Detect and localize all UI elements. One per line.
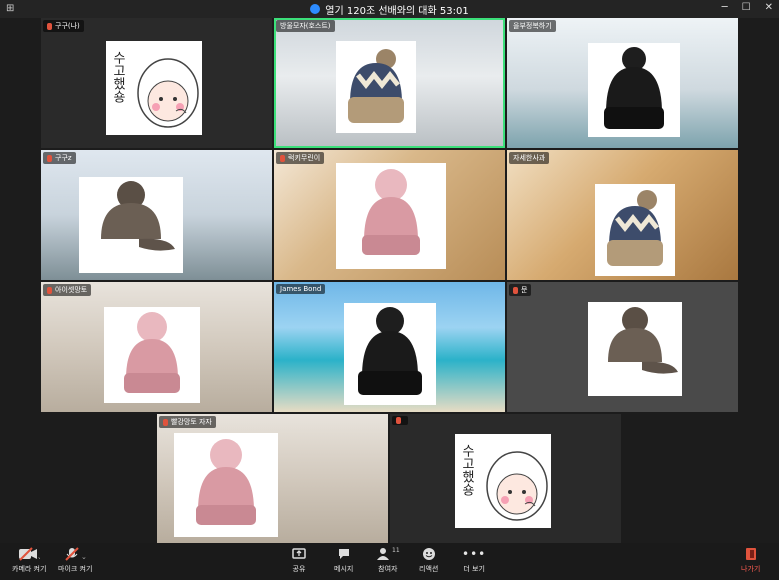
mic-muted-icon: [47, 154, 52, 162]
participant-name: 문: [509, 284, 532, 296]
reactions-icon: [422, 546, 436, 562]
participant-name: 구구(나): [43, 20, 84, 32]
sticker-text: 수고했숑: [110, 51, 125, 103]
chat-button[interactable]: 메시지: [334, 546, 353, 574]
mic-muted-icon: [280, 154, 285, 162]
participants-button[interactable]: 11 참여자: [376, 546, 400, 574]
mic-label: 마이크 켜기: [58, 565, 93, 573]
more-label: 더 보기: [463, 565, 485, 573]
sticker-image: 수고했숑: [106, 41, 202, 135]
video-tile[interactable]: 수고했숑: [390, 414, 621, 543]
svg-text:⌄: ⌄: [37, 553, 40, 561]
leave-label: 나가기: [741, 565, 761, 573]
mic-button[interactable]: ⌄ 마이크 켜기: [58, 546, 92, 574]
participant-name: 방울모자(호스트): [276, 20, 335, 32]
mic-muted-icon: [163, 418, 168, 426]
more-button[interactable]: ••• 더 보기: [462, 546, 486, 574]
leave-button[interactable]: 나가기: [741, 546, 760, 574]
video-tile[interactable]: 자세한사과: [507, 150, 738, 280]
hat-image: [588, 43, 680, 137]
reactions-label: 리액션: [419, 565, 439, 573]
sticker-text: 수고했숑: [459, 444, 474, 496]
mic-icon: ⌄: [64, 546, 86, 562]
participant-name: 빨강망토 자자: [159, 416, 216, 428]
participant-name: [392, 416, 408, 425]
participant-name: James Bond: [276, 284, 326, 294]
more-icon: •••: [462, 547, 487, 561]
video-tile[interactable]: 아이셋망토: [41, 282, 272, 412]
hat-image: [595, 184, 675, 276]
participant-name: 럭키무린이: [276, 152, 325, 164]
reactions-button[interactable]: 리액션: [419, 546, 438, 574]
participants-label: 참여자: [378, 565, 398, 573]
video-gallery: 수고했숑 구구(나) 방울모자(호스트) 을부정복하기 구구z 럭키무린이 자세…: [0, 18, 779, 543]
minimize-icon[interactable]: ─: [722, 2, 728, 13]
maximize-icon[interactable]: ☐: [742, 2, 751, 13]
mic-muted-icon: [513, 286, 518, 294]
hat-image: [104, 307, 200, 403]
share-icon: [292, 546, 306, 562]
hat-image: [174, 433, 278, 537]
camera-label: 카메라 켜기: [12, 565, 47, 573]
video-tile[interactable]: 빨강망토 자자: [157, 414, 388, 543]
participant-name: 자세한사과: [509, 152, 550, 164]
window-title: 열기 120조 선배와의 대화 53:01: [325, 5, 469, 17]
close-icon[interactable]: ✕: [765, 2, 773, 13]
video-tile[interactable]: 수고했숑 구구(나): [41, 18, 272, 148]
mic-muted-icon: [47, 286, 52, 294]
participant-name: 아이셋망토: [43, 284, 92, 296]
sticker-image: 수고했숑: [455, 434, 551, 528]
mic-muted-icon: [47, 22, 52, 30]
title-bar: ⊞ 열기 120조 선배와의 대화 53:01 ─ ☐ ✕: [0, 0, 779, 18]
hat-image: [588, 302, 682, 396]
hat-image: [336, 41, 416, 133]
share-label: 공유: [292, 565, 306, 573]
participant-name: 을부정복하기: [509, 20, 556, 32]
camera-button[interactable]: ⌄ 카메라 켜기: [12, 546, 46, 574]
hat-image: [344, 303, 436, 405]
chat-icon: [337, 546, 351, 562]
grid-icon[interactable]: ⊞: [6, 3, 14, 14]
video-tile-active-speaker[interactable]: 방울모자(호스트): [274, 18, 505, 148]
video-tile[interactable]: 구구z: [41, 150, 272, 280]
video-tile[interactable]: 럭키무린이: [274, 150, 505, 280]
hat-image: [79, 177, 183, 273]
shield-icon[interactable]: [310, 4, 321, 14]
mic-muted-icon: [396, 417, 401, 424]
video-tile[interactable]: 을부정복하기: [507, 18, 738, 148]
video-tile[interactable]: 문: [507, 282, 738, 412]
hat-image: [336, 163, 446, 269]
chat-label: 메시지: [334, 565, 354, 573]
video-tile[interactable]: James Bond: [274, 282, 505, 412]
participants-count: 11: [392, 546, 400, 554]
participants-icon: 11: [376, 546, 400, 562]
meeting-toolbar: ⌄ 카메라 켜기 ⌄ 마이크 켜기 공유 메시지 11 참여자 리액션 •••: [0, 543, 779, 580]
svg-text:⌄: ⌄: [81, 553, 86, 561]
leave-icon: [745, 546, 757, 562]
participant-name: 구구z: [43, 152, 76, 164]
share-button[interactable]: 공유: [292, 546, 306, 574]
camera-icon: ⌄: [18, 546, 40, 562]
